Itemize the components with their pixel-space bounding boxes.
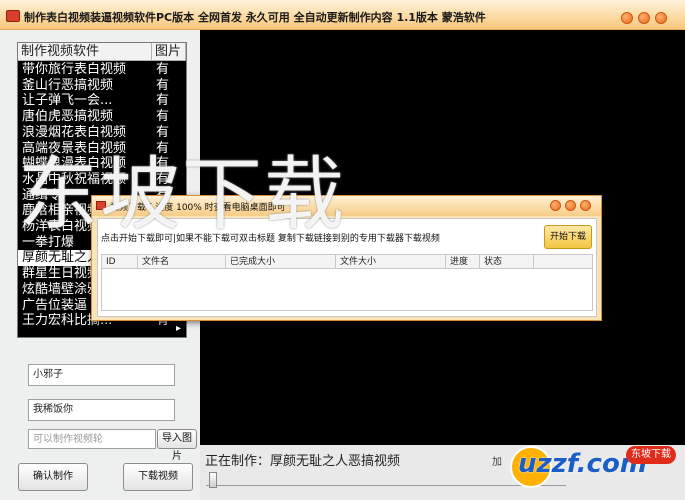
dialog-maximize-button[interactable]: [565, 200, 576, 211]
minimize-button[interactable]: [621, 12, 633, 24]
column-header-image[interactable]: 图片: [152, 43, 186, 61]
image-path-field[interactable]: 可以制作视频轮: [28, 429, 156, 449]
col-file-size[interactable]: 文件大小: [336, 255, 446, 269]
status-text: 正在制作：厚颜无耻之人恶搞视频: [205, 450, 400, 469]
col-status[interactable]: 状态: [480, 255, 534, 269]
list-item-name: 让子弹飞一会...: [22, 93, 113, 109]
list-item[interactable]: 带你旅行表白视频 有: [18, 62, 186, 78]
list-item-name: 带你旅行表白视频: [22, 62, 127, 77]
name1-field[interactable]: 小邪子: [28, 364, 175, 386]
maximize-button[interactable]: [638, 12, 650, 24]
site-badge: 东坡下载: [626, 446, 676, 464]
dialog-minimize-button[interactable]: [550, 200, 561, 211]
list-item-name: 釜山行恶搞视频: [22, 77, 114, 93]
list-item[interactable]: 釜山行恶搞视频 有: [18, 78, 186, 94]
status-extra: 加: [492, 457, 502, 468]
dialog-close-button[interactable]: [580, 200, 591, 211]
window-title: 制作表白视频装逼视频软件PC版本 全网首发 永久可用 全自动更新制作内容 1.1…: [24, 11, 486, 24]
download-video-button[interactable]: 下载视频: [123, 463, 193, 491]
col-id[interactable]: ID: [102, 255, 138, 269]
list-item-has-image: 有: [156, 93, 170, 109]
col-completed-size[interactable]: 已完成大小: [226, 255, 336, 269]
list-item-has-image: 有: [156, 109, 170, 125]
list-item-has-image: 有: [156, 77, 170, 93]
status-prefix: 正在制作：: [205, 454, 271, 469]
import-image-button[interactable]: 导入图片: [157, 429, 197, 462]
site-watermark: uzzf.com 东坡下载: [506, 442, 678, 492]
progress-slider-handle[interactable]: [209, 472, 217, 488]
list-item-has-image: 有: [156, 62, 170, 77]
download-table-header: ID 文件名 已完成大小 文件大小 进度 状态: [102, 255, 592, 269]
list-item-name: 唐伯虎恶搞视频: [22, 109, 114, 125]
title-bar: 制作表白视频装逼视频软件PC版本 全网首发 永久可用 全自动更新制作内容 1.1…: [0, 0, 685, 30]
column-header-name[interactable]: 制作视频软件: [18, 43, 152, 61]
col-filename[interactable]: 文件名: [138, 255, 226, 269]
list-item[interactable]: 唐伯虎恶搞视频 有: [18, 109, 186, 125]
download-table: ID 文件名 已完成大小 文件大小 进度 状态: [101, 254, 593, 311]
col-progress[interactable]: 进度: [446, 255, 480, 269]
list-item[interactable]: 让子弹飞一会... 有: [18, 93, 186, 109]
name2-field[interactable]: 我稀饭你: [28, 399, 175, 421]
app-icon: [6, 10, 20, 22]
confirm-make-button[interactable]: 确认制作: [18, 463, 88, 491]
list-header: 制作视频软件 图片: [18, 43, 186, 61]
close-button[interactable]: [655, 12, 667, 24]
start-download-button[interactable]: 开始下载: [544, 225, 592, 249]
status-value: 厚颜无耻之人恶搞视频: [270, 454, 401, 469]
list-scroll-down-icon[interactable]: ▸: [176, 323, 186, 337]
watermark-big-text: 东坡下载: [18, 148, 346, 241]
